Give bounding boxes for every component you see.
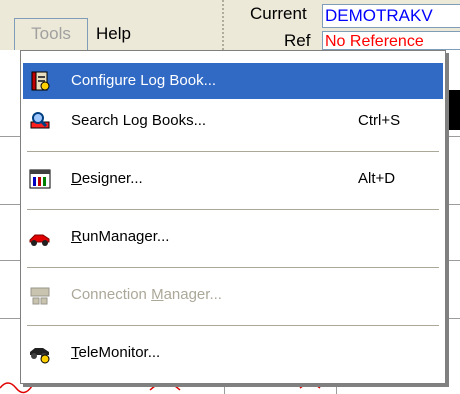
menu-separator <box>27 267 439 269</box>
menu-item-label: Configure Log Book... <box>71 72 217 89</box>
current-field[interactable]: DEMOTRAKV <box>322 4 460 28</box>
current-label: Current <box>250 4 307 23</box>
menu-bar: Tools Help <box>0 0 230 50</box>
connection-icon <box>29 284 51 306</box>
menu-separator <box>27 151 439 153</box>
menu-item-label: TeleMonitor... <box>71 344 161 361</box>
menu-item-telemonitor[interactable]: TeleMonitor... <box>23 335 443 371</box>
toolbar-grip[interactable] <box>222 0 226 50</box>
menu-item-designer[interactable]: Designer... Alt+D <box>23 161 443 197</box>
logbook-config-icon <box>29 70 51 92</box>
designer-icon <box>29 168 51 190</box>
menu-help[interactable]: Help <box>96 24 131 44</box>
menu-tools[interactable]: Tools <box>14 18 88 50</box>
menu-item-runmanager[interactable]: RunManager... <box>23 219 443 255</box>
menu-item-search-log-books[interactable]: Search Log Books... Ctrl+S <box>23 103 443 139</box>
menu-item-label: Search Log Books... <box>71 112 207 129</box>
ref-label: Ref <box>284 31 311 50</box>
menu-item-label: Connection Manager... <box>71 286 222 303</box>
ref-field[interactable]: No Reference <box>322 31 460 50</box>
search-logbook-icon <box>29 110 51 132</box>
menu-item-shortcut: Ctrl+S <box>358 112 401 129</box>
menu-item-configure-log-book[interactable]: Configure Log Book... <box>23 63 443 99</box>
menu-item-label: Designer... <box>71 170 143 187</box>
race-car-icon <box>29 226 51 248</box>
menu-item-label: RunManager... <box>71 228 170 245</box>
menu-item-shortcut: Alt+D <box>358 170 396 187</box>
menu-separator <box>27 209 439 211</box>
telemonitor-icon <box>29 342 51 364</box>
menu-separator <box>27 325 439 327</box>
menu-item-connection-manager: Connection Manager... <box>23 277 443 313</box>
tools-dropdown-menu: Configure Log Book... Search Log Books..… <box>20 50 446 384</box>
